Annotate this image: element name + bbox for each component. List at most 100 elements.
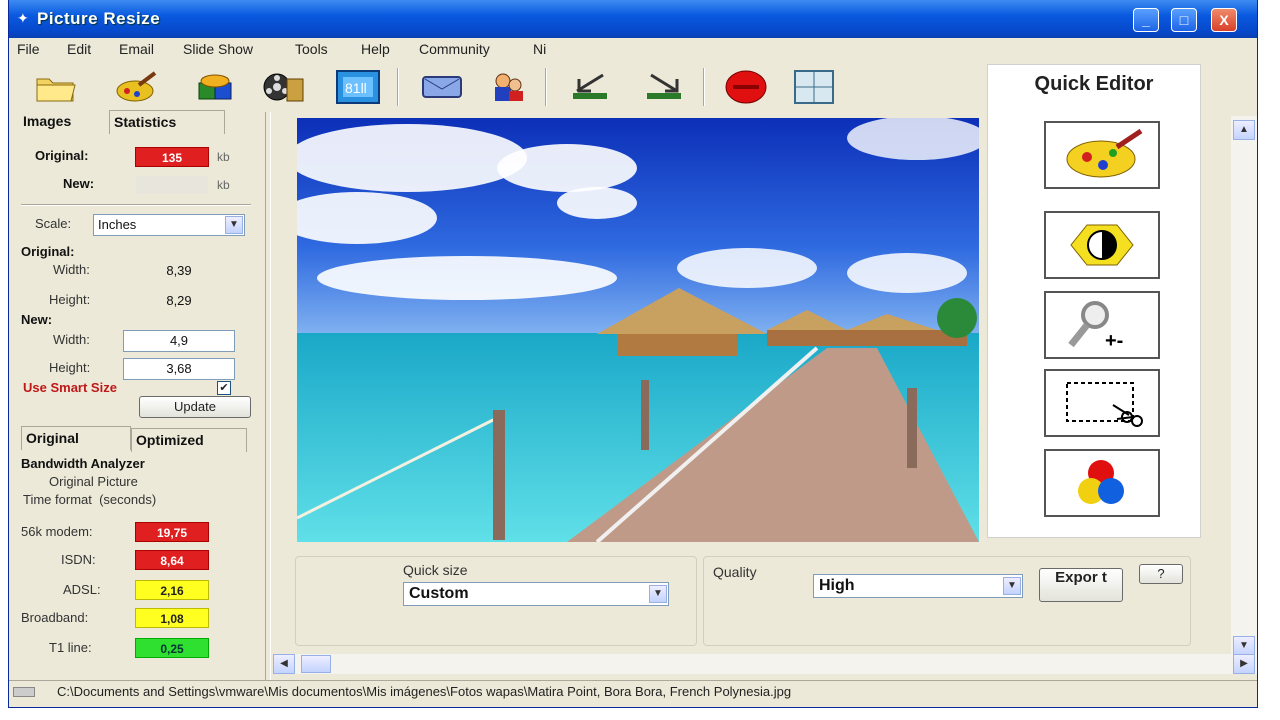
crop-scissors-icon[interactable] <box>1044 369 1160 437</box>
status-file-path: C:\Documents and Settings\vmware\Mis doc… <box>57 684 792 699</box>
menu-email[interactable]: Email <box>119 41 154 57</box>
close-button[interactable]: X <box>1211 8 1237 32</box>
toolbar-separator <box>397 68 399 106</box>
bandwidth-row-value: 0,25 <box>135 638 209 658</box>
menu-ni[interactable]: Ni <box>533 41 546 57</box>
quick-size-select[interactable]: Custom ▼ <box>403 582 669 606</box>
paint-brush-icon[interactable] <box>107 66 165 108</box>
new-width-input[interactable]: 4,9 <box>123 330 235 352</box>
new-height-input[interactable]: 3,68 <box>123 358 235 380</box>
resize-down-icon[interactable] <box>561 66 619 108</box>
title-bar[interactable]: ✦ Picture Resize _ □ X <box>9 0 1257 38</box>
bandwidth-row-label: Broadband: <box>21 610 89 625</box>
quick-editor-panel: Quick Editor +- <box>987 64 1201 538</box>
bandwidth-subtitle: Original Picture <box>49 474 138 489</box>
original-width-label: Width: <box>53 262 90 277</box>
window-title: Picture Resize <box>37 9 161 28</box>
new-height-label: Height: <box>49 360 91 375</box>
scroll-up-icon[interactable]: ▲ <box>1233 120 1255 140</box>
menu-slide-show[interactable]: Slide Show <box>183 41 253 57</box>
scale-select[interactable]: Inches ▼ <box>93 214 245 236</box>
smart-size-label: Use Smart Size <box>23 380 117 395</box>
quality-select[interactable]: High ▼ <box>813 574 1023 598</box>
tab-statistics[interactable]: Statistics <box>109 110 225 134</box>
status-icon <box>13 687 35 697</box>
toolbar-separator <box>545 68 547 106</box>
bandwidth-row-label: ISDN: <box>61 552 96 567</box>
svg-text:81ll: 81ll <box>345 80 367 96</box>
resize-up-icon[interactable] <box>635 66 693 108</box>
horizontal-scrollbar[interactable]: ◀ ▶ <box>273 654 1257 674</box>
menu-help[interactable]: Help <box>361 41 390 57</box>
zoom-icon[interactable]: +- <box>1044 291 1160 359</box>
splitter[interactable] <box>265 112 271 688</box>
quick-size-label: Quick size <box>403 562 468 578</box>
color-balls-icon[interactable] <box>1044 449 1160 517</box>
update-button[interactable]: Update <box>139 396 251 418</box>
app-icon: ✦ <box>17 10 29 26</box>
people-icon[interactable] <box>479 66 537 108</box>
original-size-label: Original: <box>35 148 89 163</box>
bandwidth-row-label: 56k modem: <box>21 524 93 539</box>
original-height-value: 8,29 <box>123 290 235 312</box>
minimize-button[interactable]: _ <box>1133 8 1159 32</box>
database-icon[interactable] <box>187 66 245 108</box>
scale-selected: Inches <box>98 217 137 232</box>
divider <box>21 204 251 206</box>
app-window: ✦ Picture Resize _ □ X File Edit Email S… <box>8 0 1258 708</box>
time-format-label: Time format (seconds) <box>23 492 157 507</box>
horizontal-scroll-thumb[interactable] <box>301 655 331 673</box>
chevron-down-icon[interactable]: ▼ <box>1003 577 1021 595</box>
quick-editor-title: Quick Editor <box>1034 73 1154 95</box>
quick-size-value: Custom <box>409 585 469 602</box>
tab-original[interactable]: Original <box>21 426 131 450</box>
status-bar: C:\Documents and Settings\vmware\Mis doc… <box>9 680 1257 702</box>
new-size-label: New: <box>63 176 95 191</box>
scroll-left-icon[interactable]: ◀ <box>273 654 295 674</box>
toolbar-separator <box>703 68 705 106</box>
paint-palette-icon[interactable] <box>1044 121 1160 189</box>
preview-image <box>297 118 979 542</box>
quality-value: High <box>819 577 855 594</box>
vertical-scrollbar[interactable]: ▲ ▼ <box>1231 116 1257 658</box>
statistics-panel: Original: 135 kb New: kb Scale: Inches ▼… <box>9 134 265 690</box>
menu-community[interactable]: Community <box>419 41 490 57</box>
tab-optimized[interactable]: Optimized <box>131 428 247 452</box>
toolbar: 81ll <box>9 60 979 112</box>
menu-bar: File Edit Email Slide Show Tools Help Co… <box>9 38 1257 60</box>
chevron-down-icon[interactable]: ▼ <box>225 216 243 234</box>
original-size-unit: kb <box>217 150 230 164</box>
dim-new-label: New: <box>21 312 53 327</box>
menu-tools[interactable]: Tools <box>295 41 328 57</box>
new-size-value <box>135 175 209 195</box>
left-tabs: Images Statistics <box>9 110 265 134</box>
chevron-down-icon[interactable]: ▼ <box>649 585 667 603</box>
maximize-button[interactable]: □ <box>1171 8 1197 32</box>
smart-size-checkbox[interactable]: ✔ <box>217 381 231 395</box>
new-width-label: Width: <box>53 332 90 347</box>
scroll-down-icon[interactable]: ▼ <box>1233 636 1255 656</box>
stop-icon[interactable] <box>717 66 775 108</box>
bandwidth-row-value: 8,64 <box>135 550 209 570</box>
open-folder-icon[interactable] <box>27 66 85 108</box>
scale-label: Scale: <box>35 216 72 231</box>
new-size-unit: kb <box>217 178 230 192</box>
menu-file[interactable]: File <box>17 41 40 57</box>
email-envelope-icon[interactable] <box>413 66 471 108</box>
grid-icon[interactable] <box>785 66 843 108</box>
original-height-label: Height: <box>49 292 91 307</box>
slideshow-icon[interactable]: 81ll <box>329 66 387 108</box>
original-width-value: 8,39 <box>123 260 235 282</box>
bandwidth-row-value: 2,16 <box>135 580 209 600</box>
dim-original-label: Original: <box>21 244 75 259</box>
scroll-right-icon[interactable]: ▶ <box>1233 654 1255 674</box>
film-reel-icon[interactable] <box>255 66 313 108</box>
quality-label: Quality <box>713 564 757 580</box>
output-controls: Quick size Custom ▼ Quality High ▼ Expor… <box>281 556 1191 650</box>
export-button[interactable]: Expor t <box>1039 568 1123 602</box>
menu-edit[interactable]: Edit <box>67 41 91 57</box>
tab-images[interactable]: Images <box>19 110 75 134</box>
contrast-icon[interactable] <box>1044 211 1160 279</box>
help-button[interactable]: ? <box>1139 564 1183 584</box>
bandwidth-title: Bandwidth Analyzer <box>21 456 145 471</box>
